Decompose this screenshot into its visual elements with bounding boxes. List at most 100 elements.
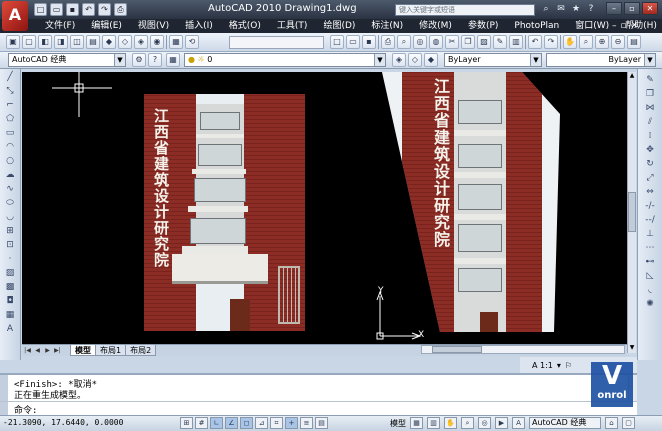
restore-icon[interactable]: ▫ — [624, 2, 640, 15]
lock-icon[interactable]: ⌂ — [605, 417, 618, 429]
layer-combo[interactable]: ● ☼ 0 ▼ — [184, 53, 386, 67]
ucs-icon[interactable]: ⟲ — [185, 35, 199, 49]
polar-tracking-icon[interactable]: ∠ — [225, 417, 238, 429]
revision-cloud-icon[interactable]: ☁ — [3, 170, 17, 181]
save-icon[interactable]: ▪ — [362, 35, 376, 49]
tab-model[interactable]: 模型 — [70, 345, 96, 356]
named-view-combo[interactable] — [229, 36, 324, 49]
menu-format[interactable]: 格式(O) — [221, 19, 269, 33]
close-icon[interactable]: ✕ — [642, 2, 658, 15]
building-photo-original[interactable]: 江西省建筑设计研究院 — [144, 94, 305, 331]
menu-tools[interactable]: 工具(T) — [269, 19, 316, 33]
region-icon[interactable]: ◘ — [3, 296, 17, 307]
help-icon[interactable]: ? — [585, 3, 597, 15]
tab-layout2[interactable]: 布局2 — [125, 345, 157, 356]
workspace-settings-icon[interactable]: ⚙ — [132, 53, 146, 67]
menu-file[interactable]: 文件(F) — [37, 19, 83, 33]
scroll-down-icon[interactable]: ▼ — [628, 344, 636, 352]
chamfer-icon[interactable]: ◺ — [643, 271, 657, 282]
showmotion-icon[interactable]: ▶ — [495, 417, 508, 429]
plot-icon[interactable]: ⎙ — [114, 3, 127, 16]
copy-icon[interactable]: ❐ — [461, 35, 475, 49]
array-icon[interactable]: ⁞ — [643, 131, 657, 142]
menu-edit[interactable]: 编辑(E) — [83, 19, 130, 33]
rectangle-icon[interactable]: ▭ — [3, 128, 17, 139]
help-icon[interactable]: ? — [148, 53, 162, 67]
command-input-row[interactable]: 命令: — [0, 401, 637, 416]
annotation-visibility-icon[interactable]: ⚐ — [565, 361, 572, 370]
ellipse-arc-icon[interactable]: ◡ — [3, 212, 17, 223]
make-current-layer-icon[interactable]: ◈ — [392, 53, 406, 67]
nw-iso-icon[interactable]: ◉ — [150, 35, 164, 49]
menu-dimension[interactable]: 标注(N) — [363, 19, 411, 33]
circle-icon[interactable]: ○ — [3, 156, 17, 167]
pan-icon[interactable]: ✋ — [563, 35, 577, 49]
object-snap-icon[interactable]: ◻ — [240, 417, 253, 429]
camera-icon[interactable]: ▦ — [169, 35, 183, 49]
stretch-icon[interactable]: ⇔ — [643, 187, 657, 198]
ne-iso-icon[interactable]: ◈ — [134, 35, 148, 49]
hatch-icon[interactable]: ▨ — [3, 268, 17, 279]
annotation-scale[interactable]: A 1:1 — [532, 361, 553, 370]
workspace-switching[interactable]: AutoCAD 经典 — [529, 417, 601, 429]
zoom-realtime-icon[interactable]: ⌕ — [579, 35, 593, 49]
publish-icon[interactable]: ◎ — [413, 35, 427, 49]
plot-icon[interactable]: ⎙ — [381, 35, 395, 49]
sw-iso-icon[interactable]: ◆ — [102, 35, 116, 49]
annotation-icon[interactable]: A — [512, 417, 525, 429]
table-icon[interactable]: ▦ — [3, 310, 17, 321]
se-iso-icon[interactable]: ◇ — [118, 35, 132, 49]
vertical-scrollbar[interactable]: ▲ ▼ — [627, 72, 636, 353]
scale-icon[interactable]: ⤢ — [643, 173, 657, 184]
cut-icon[interactable]: ✂ — [445, 35, 459, 49]
gradient-icon[interactable]: ▩ — [3, 282, 17, 293]
pan-icon[interactable]: ✋ — [444, 417, 457, 429]
3d-dwf-icon[interactable]: ◍ — [429, 35, 443, 49]
layer-manager-icon[interactable]: ▦ — [166, 53, 180, 67]
scroll-thumb[interactable] — [432, 346, 482, 353]
break-at-point-icon[interactable]: ⊥ — [643, 229, 657, 240]
menu-parametric[interactable]: 参数(P) — [460, 19, 506, 33]
grid-display-icon[interactable]: # — [195, 417, 208, 429]
zoom-icon[interactable]: ⌕ — [461, 417, 474, 429]
search-input[interactable]: 键入关键字或短语 — [395, 4, 535, 16]
scroll-thumb[interactable] — [628, 192, 636, 232]
redo-icon[interactable]: ↷ — [98, 3, 111, 16]
construction-line-icon[interactable]: ⤡ — [3, 86, 17, 97]
bottom-view-icon[interactable]: ▢ — [22, 35, 36, 49]
next-tab-icon[interactable]: ▶ — [43, 346, 52, 355]
layer-state-icon[interactable]: ◆ — [424, 53, 438, 67]
open-icon[interactable]: ▭ — [346, 35, 360, 49]
menu-modify[interactable]: 修改(M) — [411, 19, 460, 33]
layer-previous-icon[interactable]: ◇ — [408, 53, 422, 67]
chevron-down-icon[interactable]: ▾ — [557, 361, 561, 370]
last-tab-icon[interactable]: ▶| — [53, 346, 62, 355]
explode-icon[interactable]: ✺ — [643, 299, 657, 310]
search-icon[interactable]: ⌕ — [540, 3, 552, 15]
ortho-mode-icon[interactable]: ∟ — [210, 417, 223, 429]
copy-object-icon[interactable]: ❐ — [643, 89, 657, 100]
menu-window[interactable]: 窗口(W) — [567, 19, 617, 33]
menu-photoplan[interactable]: PhotoPlan — [506, 19, 567, 33]
favorites-icon[interactable]: ★ — [570, 3, 582, 15]
lineweight-icon[interactable]: ≡ — [300, 417, 313, 429]
quick-properties-icon[interactable]: ▤ — [315, 417, 328, 429]
first-tab-icon[interactable]: |◀ — [23, 346, 32, 355]
erase-icon[interactable]: ✎ — [643, 75, 657, 86]
front-view-icon[interactable]: ◫ — [70, 35, 84, 49]
offset-icon[interactable]: ⫽ — [643, 117, 657, 128]
spline-icon[interactable]: ∿ — [3, 184, 17, 195]
back-view-icon[interactable]: ▤ — [86, 35, 100, 49]
move-icon[interactable]: ✥ — [643, 145, 657, 156]
save-icon[interactable]: ▪ — [66, 3, 79, 16]
tab-layout1[interactable]: 布局1 — [95, 345, 127, 356]
polyline-icon[interactable]: ⌐ — [3, 100, 17, 111]
redo-icon[interactable]: ↷ — [544, 35, 558, 49]
insert-block-icon[interactable]: ⊞ — [3, 226, 17, 237]
linetype-combo[interactable]: ByLayer ▼ — [546, 53, 656, 67]
restore-icon[interactable]: ▫ — [621, 19, 627, 33]
right-view-icon[interactable]: ◨ — [54, 35, 68, 49]
undo-icon[interactable]: ↶ — [82, 3, 95, 16]
object-snap-tracking-icon[interactable]: ⊿ — [255, 417, 268, 429]
properties-icon[interactable]: ▤ — [627, 35, 641, 49]
